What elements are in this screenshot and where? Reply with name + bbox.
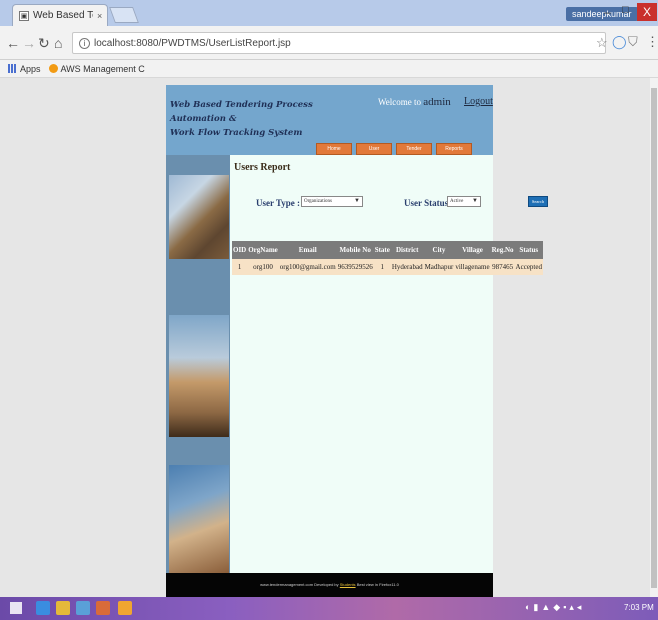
new-tab-button[interactable] xyxy=(109,7,139,23)
page-favicon-icon: ▣ xyxy=(19,10,29,21)
nav-user-button[interactable]: User xyxy=(356,143,392,155)
home-icon[interactable]: ⌂ xyxy=(54,35,62,51)
nav-tender-button[interactable]: Tender xyxy=(396,143,432,155)
column-header: Status xyxy=(514,241,543,259)
railway-workers-photo xyxy=(169,315,229,437)
back-arrow-icon[interactable]: ← xyxy=(6,35,20,51)
extension-icon[interactable]: ◯ xyxy=(612,34,627,50)
apps-grid-icon xyxy=(8,64,17,73)
site-title: Web Based Tendering Process Automation &… xyxy=(170,98,330,140)
page-scrollbar[interactable] xyxy=(650,78,658,597)
app-taskbar-icon[interactable] xyxy=(96,601,110,615)
site-nav: Home User Tender Reports xyxy=(316,143,472,155)
logout-link[interactable]: Logout xyxy=(464,96,493,107)
browser-menu-icon[interactable]: ⋮ xyxy=(646,34,658,50)
table-cell: Madhapur xyxy=(423,259,455,275)
site-title-line2: Work Flow Tracking System xyxy=(170,128,303,138)
windows-start-icon[interactable] xyxy=(10,602,22,614)
chrome-taskbar-icon[interactable] xyxy=(56,601,70,615)
forward-arrow-icon[interactable]: → xyxy=(22,35,36,51)
bookmark-aws[interactable]: AWS Management C xyxy=(48,63,145,74)
nav-home-button[interactable]: Home xyxy=(316,143,352,155)
address-toolbar: ← → ↻ ⌂ i localhost:8080/PWDTMS/UserList… xyxy=(0,26,658,60)
user-status-label: User Status : xyxy=(404,198,454,208)
bookmark-apps[interactable]: Apps xyxy=(8,64,41,74)
system-tray-icons[interactable]: ◐▮▲◆▪▴◂ xyxy=(525,602,584,613)
footer-text: www.tendermanagement.com Developed by xyxy=(260,582,339,587)
footer-tail: Best view in Firefox11.0 xyxy=(356,582,399,587)
site-footer: www.tendermanagement.com Developed by St… xyxy=(166,573,493,597)
table-cell: 1 xyxy=(232,259,248,275)
bookmark-label: AWS Management C xyxy=(60,63,145,74)
user-status-value: Active xyxy=(450,199,464,204)
welcome-message: Welcome to admin xyxy=(378,96,451,108)
user-type-label: User Type : xyxy=(256,198,300,208)
table-cell: villagename xyxy=(454,259,491,275)
column-header: City xyxy=(423,241,455,259)
user-status-select[interactable]: Active ▼ xyxy=(447,196,481,207)
table-cell: 1 xyxy=(373,259,391,275)
url-text: localhost:8080/PWDTMS/UserListReport.jsp xyxy=(94,37,291,49)
site-container: Web Based Tendering Process Automation &… xyxy=(166,85,548,597)
footer-developer-link[interactable]: Students xyxy=(340,582,356,587)
user-type-value: Organizations xyxy=(304,199,332,204)
site-header: Web Based Tendering Process Automation &… xyxy=(166,85,493,155)
scrollbar-thumb[interactable] xyxy=(651,88,657,588)
table-cell: Hyderabad xyxy=(390,259,424,275)
java-taskbar-icon[interactable] xyxy=(118,601,132,615)
bookmarks-bar: Apps AWS Management C xyxy=(0,60,658,78)
column-header: Mobile No xyxy=(336,241,374,259)
column-header: Reg.No xyxy=(490,241,515,259)
welcome-username: admin xyxy=(423,96,451,108)
photo-sidebar xyxy=(166,155,230,573)
column-header: District xyxy=(390,241,424,259)
table-cell: Accepted xyxy=(514,259,543,275)
site-info-icon[interactable]: i xyxy=(79,37,90,49)
table-row: 1 org100 org100@gmail.com 9639529526 1 H… xyxy=(232,259,543,275)
taskbar-clock: 7:03 PM xyxy=(624,603,654,612)
search-button[interactable]: Search xyxy=(528,196,548,207)
table-cell: 9639529526 xyxy=(336,259,374,275)
handshake-photo xyxy=(169,465,229,573)
page-title: Users Report xyxy=(234,162,291,173)
browser-titlebar: ▣ Web Based Tendering Pr × sandeepkumar … xyxy=(0,0,658,26)
table-cell: org100@gmail.com xyxy=(278,259,337,275)
url-input[interactable]: i localhost:8080/PWDTMS/UserListReport.j… xyxy=(72,32,606,54)
filter-form: User Type : Organizations ▼ User Status … xyxy=(256,196,548,210)
table-header-row: OID OrgName Email Mobile No State Distri… xyxy=(232,241,543,259)
tab-title: Web Based Tendering Pr xyxy=(33,10,93,21)
page-viewport: Web Based Tendering Process Automation &… xyxy=(0,78,650,597)
aws-icon xyxy=(48,64,58,73)
os-taskbar: ◐▮▲◆▪▴◂ 7:03 PM xyxy=(0,597,658,620)
tab-close-icon[interactable]: × xyxy=(97,11,107,21)
ie-taskbar-icon[interactable] xyxy=(36,601,50,615)
welcome-text: Welcome to xyxy=(378,97,422,107)
browser-tab[interactable]: ▣ Web Based Tendering Pr × xyxy=(12,4,108,26)
table-cell: org100 xyxy=(247,259,279,275)
window-close-icon[interactable]: X xyxy=(637,3,657,21)
construction-photo xyxy=(169,175,229,259)
column-header: Email xyxy=(278,241,337,259)
column-header: State xyxy=(373,241,391,259)
minimize-icon[interactable]: – xyxy=(604,5,611,19)
reload-icon[interactable]: ↻ xyxy=(38,35,50,52)
dropdown-arrow-icon: ▼ xyxy=(472,198,478,204)
shield-extension-icon[interactable]: ⛉ xyxy=(628,34,638,50)
nav-reports-button[interactable]: Reports xyxy=(436,143,472,155)
main-content: Users Report User Type : Organizations ▼… xyxy=(230,155,548,573)
users-table: OID OrgName Email Mobile No State Distri… xyxy=(232,241,543,275)
bookmark-star-icon[interactable]: ☆ xyxy=(596,35,608,51)
maximize-icon[interactable]: □ xyxy=(622,4,629,16)
table-cell: 987465 xyxy=(490,259,515,275)
column-header: OrgName xyxy=(247,241,279,259)
column-header: OID xyxy=(232,241,248,259)
column-header: Village xyxy=(454,241,491,259)
bookmark-label: Apps xyxy=(20,63,41,74)
explorer-taskbar-icon[interactable] xyxy=(76,601,90,615)
dropdown-arrow-icon: ▼ xyxy=(354,198,360,204)
site-title-line1: Web Based Tendering Process Automation & xyxy=(170,100,313,124)
user-type-select[interactable]: Organizations ▼ xyxy=(301,196,363,207)
